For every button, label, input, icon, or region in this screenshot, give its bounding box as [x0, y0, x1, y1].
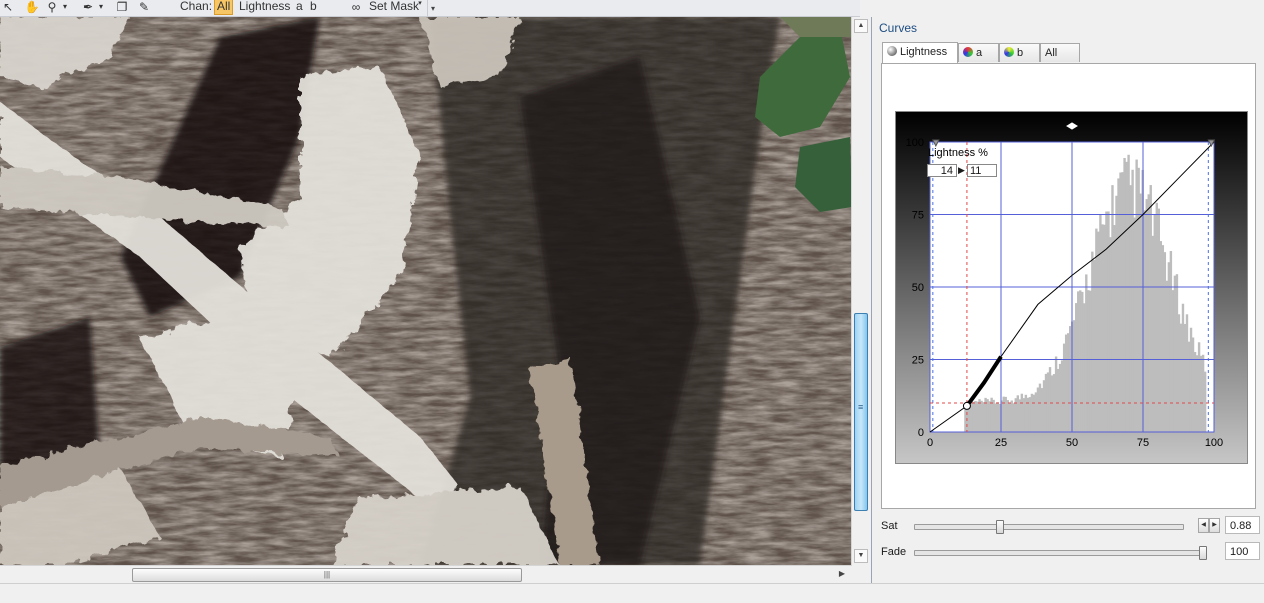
sat-decrement-icon[interactable]: ◀: [1198, 518, 1209, 533]
midtone-handle-icon: [1066, 122, 1078, 130]
channel-a-button[interactable]: a: [296, 0, 303, 14]
sat-label: Sat: [881, 520, 898, 532]
point-input-field[interactable]: 14: [927, 164, 957, 177]
sat-value[interactable]: 0.88: [1225, 516, 1260, 534]
scroll-up-arrow-icon[interactable]: ▲: [854, 19, 868, 33]
copy-pages-icon[interactable]: ❐: [114, 0, 130, 14]
tab-page: 0 25 50 75 100 0 25 50 75 100 Lightness % 14 ▶ 11: [881, 63, 1256, 509]
zoom-dropdown-chevron-icon[interactable]: ▾: [60, 0, 70, 14]
y-tick-label: 0: [918, 427, 924, 439]
vertical-scrollbar[interactable]: ▲ ≡ ▼: [851, 17, 868, 565]
point-output-field[interactable]: 11: [967, 164, 997, 177]
tab-b-label: b: [1017, 47, 1024, 59]
photo-tree-bark: [0, 17, 852, 565]
scroll-right-arrow-icon[interactable]: ▶: [836, 568, 848, 580]
y-tick-label: 50: [912, 282, 924, 294]
arrow-pointer-icon[interactable]: ↖: [0, 0, 16, 14]
panel-title: Curves: [879, 21, 918, 35]
arrow-right-icon: ▶: [958, 165, 965, 175]
color-sphere-icon: [1004, 47, 1014, 57]
grip-icon: ≡: [858, 402, 864, 412]
toolbar-overflow-chevron-icon[interactable]: ▾: [427, 0, 438, 16]
set-mask-icon[interactable]: ∞: [347, 0, 365, 14]
vertical-scroll-thumb[interactable]: ≡: [854, 313, 868, 511]
toolbar: ↖ ✋ ⚲ ▾ ✒ ▾ ❐ ✎ Chan: All Lightness a b …: [0, 0, 860, 17]
channel-all-button[interactable]: All: [214, 0, 234, 15]
tab-lightness[interactable]: Lightness: [882, 42, 958, 63]
sat-increment-icon[interactable]: ▶: [1209, 518, 1220, 533]
x-tick-label: 75: [1137, 437, 1149, 449]
horizontal-scroll-thumb[interactable]: |||: [132, 568, 522, 582]
curve-control-point: [962, 401, 971, 410]
tab-all[interactable]: All: [1040, 43, 1080, 62]
eyedropper-icon[interactable]: ✒: [80, 0, 96, 14]
x-tick-label: 0: [927, 437, 933, 449]
set-mask-chevron-icon[interactable]: ▾: [416, 0, 424, 11]
sat-slider-thumb[interactable]: [996, 520, 1005, 534]
eyedropper-dropdown-chevron-icon[interactable]: ▾: [96, 0, 106, 14]
color-sphere-icon: [963, 47, 973, 57]
gray-sphere-icon: [887, 46, 897, 56]
y-tick-label: 100: [906, 137, 924, 149]
hand-pan-icon[interactable]: ✋: [24, 0, 40, 14]
sat-slider[interactable]: [914, 520, 1184, 534]
tab-a[interactable]: a: [958, 43, 999, 62]
horizontal-scrollbar[interactable]: ||| ▶: [0, 565, 852, 583]
zoom-magnifier-icon[interactable]: ⚲: [44, 0, 60, 14]
tab-b[interactable]: b: [999, 43, 1040, 62]
tab-all-label: All: [1045, 47, 1058, 59]
fade-value[interactable]: 100: [1225, 542, 1260, 560]
y-tick-label: 75: [912, 210, 924, 222]
x-tick-label: 100: [1205, 437, 1223, 449]
x-tick-label: 50: [1066, 437, 1078, 449]
curves-panel: Curves Lightness a b All 0 25 50 75 100 0 25 50…: [871, 17, 1264, 583]
y-tick-label: 25: [912, 355, 924, 367]
channel-b-button[interactable]: b: [310, 0, 317, 14]
curve-editor[interactable]: 0 25 50 75 100 0 25 50 75 100 Lightness % 14 ▶ 11: [895, 111, 1248, 464]
status-bar: [0, 583, 1264, 603]
brush-icon[interactable]: ✎: [136, 0, 152, 14]
x-tick-label: 25: [995, 437, 1007, 449]
scroll-down-arrow-icon[interactable]: ▼: [854, 549, 868, 563]
fade-label: Fade: [881, 546, 907, 558]
fade-slider[interactable]: [914, 546, 1207, 560]
chan-label: Chan:: [180, 0, 213, 13]
tab-lightness-label: Lightness: [900, 46, 948, 58]
image-canvas[interactable]: [0, 17, 852, 565]
tab-a-label: a: [976, 47, 983, 59]
set-mask-button[interactable]: Set Mask: [369, 0, 419, 14]
channel-lightness-button[interactable]: Lightness: [239, 0, 290, 14]
channel-label: Lightness %: [928, 147, 988, 159]
fade-slider-thumb[interactable]: [1199, 546, 1207, 560]
histogram-bar: [1203, 371, 1207, 432]
